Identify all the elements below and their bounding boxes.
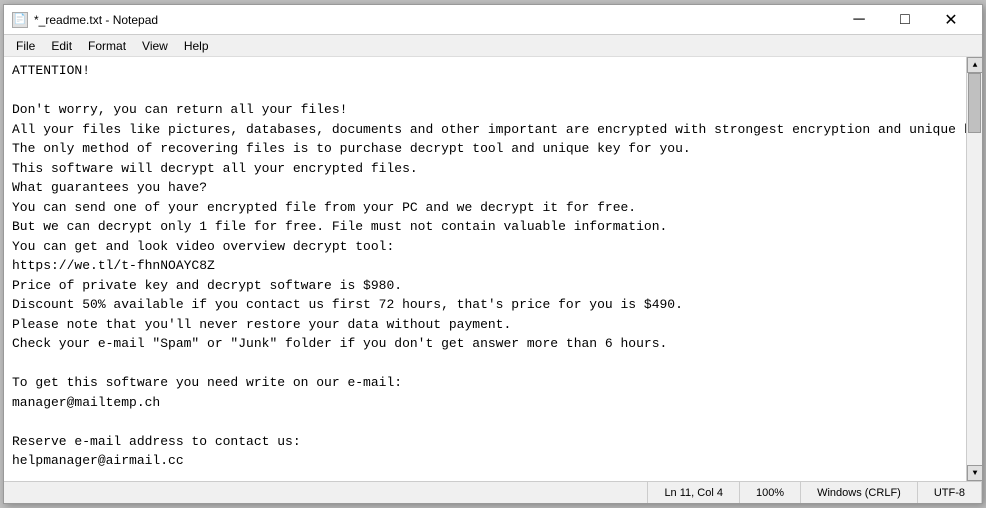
text-editor[interactable] [4, 57, 966, 481]
status-encoding: UTF-8 [918, 482, 982, 503]
menu-format[interactable]: Format [80, 35, 134, 56]
vertical-scrollbar[interactable]: ▲ ▼ [966, 57, 982, 481]
status-bar: Ln 11, Col 4 100% Windows (CRLF) UTF-8 [4, 481, 982, 503]
status-spacer [4, 482, 648, 503]
menu-file[interactable]: File [8, 35, 43, 56]
scroll-up-button[interactable]: ▲ [967, 57, 982, 73]
window-title: *_readme.txt - Notepad [34, 13, 158, 27]
status-line-ending: Windows (CRLF) [801, 482, 918, 503]
scroll-track[interactable] [967, 73, 982, 465]
scroll-down-button[interactable]: ▼ [967, 465, 982, 481]
menu-edit[interactable]: Edit [43, 35, 80, 56]
title-bar: 📄 *_readme.txt - Notepad ─ □ ✕ [4, 5, 982, 35]
menu-view[interactable]: View [134, 35, 176, 56]
status-zoom: 100% [740, 482, 801, 503]
menu-help[interactable]: Help [176, 35, 217, 56]
maximize-button[interactable]: □ [882, 5, 928, 35]
menu-bar: File Edit Format View Help [4, 35, 982, 57]
minimize-button[interactable]: ─ [836, 5, 882, 35]
title-bar-left: 📄 *_readme.txt - Notepad [12, 12, 158, 28]
close-button[interactable]: ✕ [928, 5, 974, 35]
status-line-col: Ln 11, Col 4 [648, 482, 740, 503]
window-controls: ─ □ ✕ [836, 5, 974, 35]
notepad-window: 📄 *_readme.txt - Notepad ─ □ ✕ File Edit… [3, 4, 983, 504]
content-area: ▲ ▼ [4, 57, 982, 481]
scroll-thumb[interactable] [968, 73, 981, 133]
notepad-icon: 📄 [12, 12, 28, 28]
